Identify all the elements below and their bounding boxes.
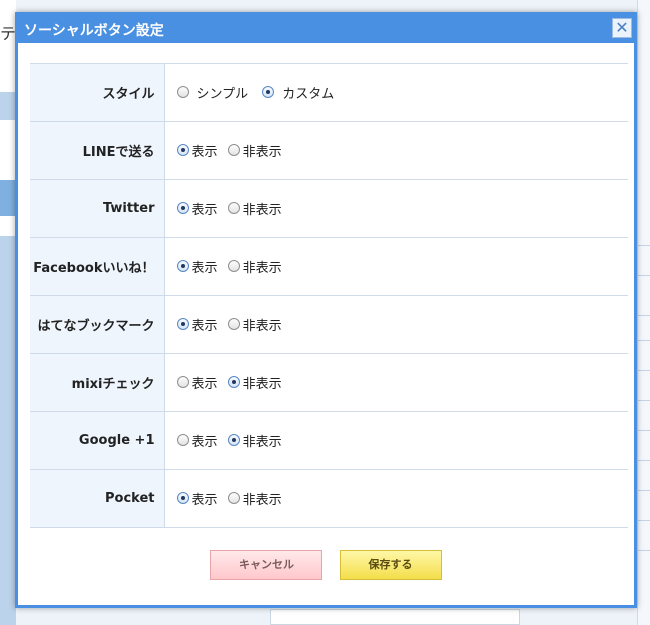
option-show[interactable]: 表示	[176, 199, 218, 218]
row-label: Google +1	[30, 411, 165, 470]
row-options: 表示 非表示	[164, 469, 628, 528]
radio-show[interactable]	[176, 434, 189, 447]
option-show-label: 表示	[191, 144, 218, 160]
radio-custom[interactable]	[262, 86, 275, 99]
option-show-label: 表示	[191, 376, 218, 392]
settings-row-pocket: Pocket 表示 非表示	[30, 469, 628, 528]
radio-hide[interactable]	[227, 492, 240, 505]
option-show[interactable]: 表示	[176, 489, 218, 508]
row-label: はてなブックマーク	[30, 295, 165, 354]
cancel-button[interactable]: キャンセル	[210, 550, 323, 580]
social-button-settings-dialog: ソーシャルボタン設定 ✕ スタイル シンプル カスタム LINEで送る 表示 非…	[15, 12, 637, 608]
radio-show[interactable]	[176, 144, 189, 157]
settings-row-twitter: Twitter 表示 非表示	[30, 179, 628, 238]
option-show-label: 表示	[191, 434, 218, 450]
settings-row-mixi: mixiチェック 表示 非表示	[30, 353, 628, 412]
option-hide[interactable]: 非表示	[227, 373, 282, 392]
row-label: Pocket	[30, 469, 165, 528]
radio-show[interactable]	[176, 260, 189, 273]
option-hide[interactable]: 非表示	[227, 315, 282, 334]
radio-show[interactable]	[176, 492, 189, 505]
radio-simple[interactable]	[176, 86, 189, 99]
option-hide[interactable]: 非表示	[227, 431, 282, 450]
save-button[interactable]: 保存する	[339, 550, 442, 580]
close-icon: ✕	[615, 18, 629, 37]
radio-hide[interactable]	[227, 144, 240, 157]
settings-row-facebook: Facebookいいね！ 表示 非表示	[30, 237, 628, 296]
style-options: シンプル カスタム	[164, 63, 628, 122]
style-option-simple-label: シンプル	[196, 86, 249, 102]
option-show[interactable]: 表示	[176, 141, 218, 160]
settings-row-hatena: はてなブックマーク 表示 非表示	[30, 295, 628, 354]
settings-table: スタイル シンプル カスタム LINEで送る 表示 非表示 Twitter 表示…	[30, 63, 628, 528]
option-show[interactable]: 表示	[176, 373, 218, 392]
option-show-label: 表示	[191, 202, 218, 218]
row-options: 表示 非表示	[164, 295, 628, 354]
radio-show[interactable]	[176, 318, 189, 331]
radio-hide[interactable]	[227, 376, 240, 389]
background-right-panel	[637, 0, 650, 625]
radio-hide[interactable]	[227, 260, 240, 273]
option-show-label: 表示	[191, 260, 218, 276]
background-left-panel	[0, 0, 16, 625]
background-title-fragment: テ	[0, 24, 17, 43]
option-show-label: 表示	[191, 492, 218, 508]
row-label: Facebookいいね！	[30, 237, 165, 296]
background-bottom-panel	[270, 609, 520, 625]
row-options: 表示 非表示	[164, 411, 628, 470]
radio-hide[interactable]	[227, 318, 240, 331]
radio-hide[interactable]	[227, 434, 240, 447]
radio-show[interactable]	[176, 376, 189, 389]
option-show[interactable]: 表示	[176, 257, 218, 276]
radio-show[interactable]	[176, 202, 189, 215]
row-label: Twitter	[30, 179, 165, 238]
option-show[interactable]: 表示	[176, 431, 218, 450]
option-hide-label: 非表示	[242, 144, 282, 160]
option-hide-label: 非表示	[242, 202, 282, 218]
style-option-custom-label: カスタム	[282, 86, 335, 102]
settings-row-line: LINEで送る 表示 非表示	[30, 121, 628, 180]
dialog-title: ソーシャルボタン設定	[24, 23, 164, 39]
style-option-custom[interactable]: カスタム	[262, 83, 334, 102]
settings-row-style: スタイル シンプル カスタム	[30, 63, 628, 122]
style-option-simple[interactable]: シンプル	[176, 83, 249, 102]
row-label: mixiチェック	[30, 353, 165, 412]
option-hide-label: 非表示	[242, 434, 282, 450]
dialog-titlebar: ソーシャルボタン設定 ✕	[18, 15, 634, 43]
option-hide-label: 非表示	[242, 376, 282, 392]
radio-hide[interactable]	[227, 202, 240, 215]
settings-row-google: Google +1 表示 非表示	[30, 411, 628, 470]
row-label: LINEで送る	[30, 121, 165, 180]
option-hide[interactable]: 非表示	[227, 141, 282, 160]
row-options: 表示 非表示	[164, 353, 628, 412]
option-hide-label: 非表示	[242, 260, 282, 276]
option-hide[interactable]: 非表示	[227, 489, 282, 508]
row-options: 表示 非表示	[164, 237, 628, 296]
close-button[interactable]: ✕	[612, 18, 632, 38]
style-label: スタイル	[30, 63, 165, 122]
option-show[interactable]: 表示	[176, 315, 218, 334]
option-show-label: 表示	[191, 318, 218, 334]
row-options: 表示 非表示	[164, 121, 628, 180]
option-hide-label: 非表示	[242, 318, 282, 334]
option-hide[interactable]: 非表示	[227, 257, 282, 276]
option-hide[interactable]: 非表示	[227, 199, 282, 218]
dialog-buttons: キャンセル 保存する	[18, 550, 634, 580]
row-options: 表示 非表示	[164, 179, 628, 238]
option-hide-label: 非表示	[242, 492, 282, 508]
